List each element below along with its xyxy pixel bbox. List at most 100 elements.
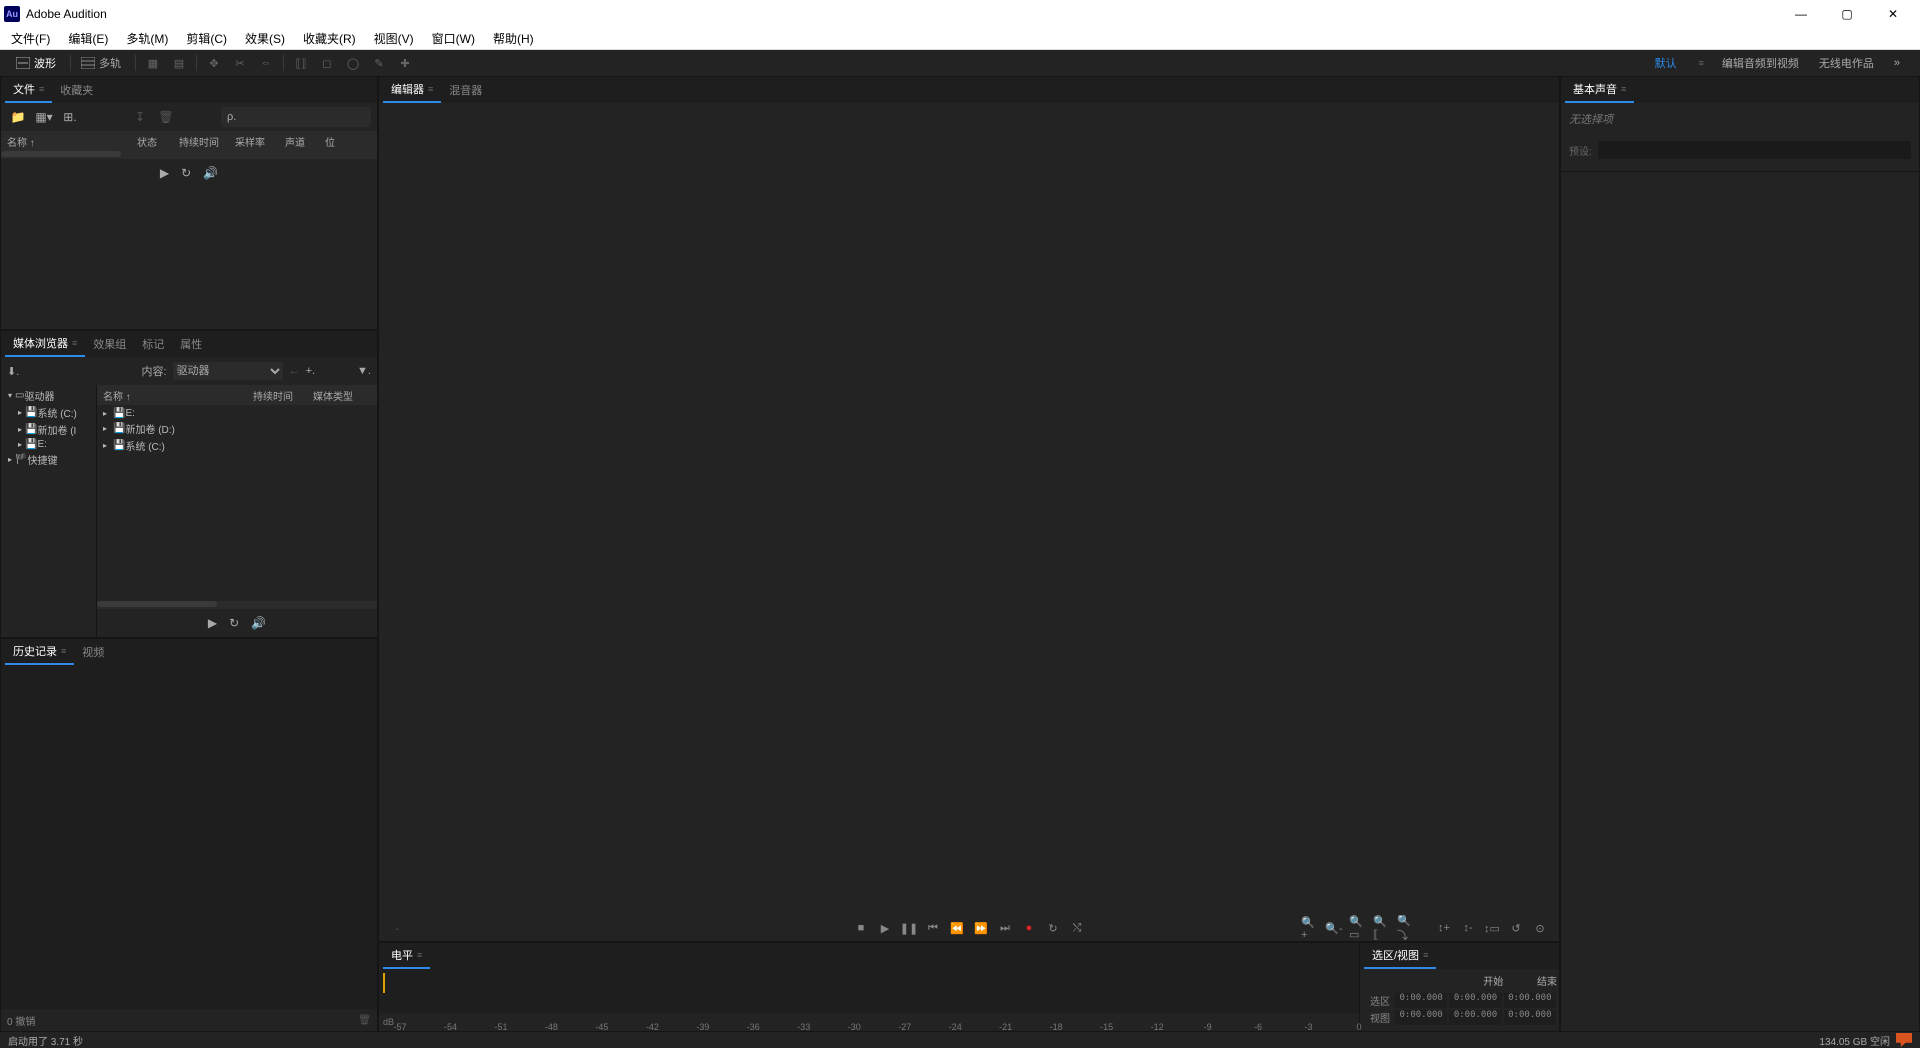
tab-editor[interactable]: 编辑器≡ [383,77,441,103]
tab-markers[interactable]: 标记 [134,332,172,356]
new-file-icon[interactable]: ▦▾ [33,107,55,127]
marquee-tool-icon[interactable]: ◻ [315,53,339,73]
tab-favorites[interactable]: 收藏夹 [52,78,101,102]
menu-clip[interactable]: 剪辑(C) [177,28,236,49]
back-icon[interactable]: ← [289,365,300,377]
sel-end[interactable]: 0:00.000 [1449,993,1501,1008]
move-tool-icon[interactable]: ✥ [202,53,226,73]
view-duration[interactable]: 0:00.000 [1504,1010,1556,1025]
zoom-in-icon[interactable]: 🔍+ [1301,919,1319,937]
levels-meter[interactable] [379,969,1359,1013]
time-selection-tool-icon[interactable]: ⟦⟧ [289,53,313,73]
workspace-audio-to-video[interactable]: 编辑音频到视频 [1712,53,1809,73]
search-input[interactable]: ρ. [221,107,371,127]
view-start[interactable]: 0:00.000 [1395,1010,1447,1025]
editor-canvas[interactable] [379,103,1559,915]
maximize-button[interactable]: ▢ [1824,0,1870,28]
zoom-in-at-icon[interactable]: ⊙ [1531,919,1549,937]
tab-media-browser[interactable]: 媒体浏览器≡ [5,331,85,357]
tab-selection-view[interactable]: 选区/视图≡ [1364,943,1436,969]
tab-files[interactable]: 文件≡ [5,77,52,103]
slip-tool-icon[interactable]: ⇔ [254,53,278,73]
menu-help[interactable]: 帮助(H) [484,28,543,49]
content-select[interactable]: 驱动器 [173,362,283,380]
menu-multitrack[interactable]: 多轨(M) [117,28,177,49]
lasso-tool-icon[interactable]: ◯ [341,53,365,73]
auto-play-icon[interactable]: 🔊 [203,166,218,180]
list-item[interactable]: ▸💾 系统 (C:) [97,437,377,454]
menu-edit[interactable]: 编辑(E) [59,28,117,49]
rewind-button[interactable]: ⏪ [948,919,966,937]
view-end[interactable]: 0:00.000 [1449,1010,1501,1025]
tab-mixer[interactable]: 混音器 [441,78,490,102]
loop-button[interactable]: ↻ [1044,919,1062,937]
menu-view[interactable]: 视图(V) [365,28,423,49]
zoom-in-amp-icon[interactable]: ↕+ [1435,919,1453,937]
menu-favorites[interactable]: 收藏夹(R) [294,28,365,49]
col-name[interactable]: 名称 ↑ [97,388,247,403]
menu-effects[interactable]: 效果(S) [236,28,294,49]
zoom-out-icon[interactable]: 🔍- [1325,919,1343,937]
zoom-restore-icon[interactable]: ↺ [1507,919,1525,937]
sel-start[interactable]: 0:00.000 [1395,993,1447,1008]
col-duration[interactable]: 持续时间 [247,388,307,403]
zoom-full-icon[interactable]: 🔍▭ [1349,919,1367,937]
razor-tool-icon[interactable]: ✂ [228,53,252,73]
tab-essential-sound[interactable]: 基本声音≡ [1565,77,1634,103]
col-media-type[interactable]: 媒体类型 [307,388,359,403]
zoom-selection-icon[interactable]: 🔍⟦ [1373,919,1391,937]
workspace-menu-icon[interactable]: ≡ [1687,54,1712,72]
play-button[interactable]: ▶ [876,919,894,937]
tab-video[interactable]: 视频 [74,640,112,664]
col-name[interactable]: 名称 ↑ [1,134,131,149]
multitrack-mode-button[interactable]: 多轨 [75,53,127,73]
loop-icon[interactable]: ↻ [229,616,239,630]
go-to-start-button[interactable]: ⏮ [924,919,942,937]
sel-duration[interactable]: 0:00.000 [1504,993,1556,1008]
tab-levels[interactable]: 电平≡ [383,943,430,969]
insert-icon[interactable]: ↧ [129,107,151,127]
pause-button[interactable]: ❚❚ [900,919,918,937]
waveform-mode-button[interactable]: 波形 [10,53,62,73]
go-to-end-button[interactable]: ⏭ [996,919,1014,937]
loop-icon[interactable]: ↻ [181,166,191,180]
col-bit[interactable]: 位 [319,134,341,149]
spectral-pitch-icon[interactable]: ▤ [167,53,191,73]
tree-drive-e[interactable]: ▸💾 E: [1,438,96,451]
ingest-icon[interactable]: ⬇. [7,365,19,378]
col-sample-rate[interactable]: 采样率 [229,134,279,149]
workspace-default[interactable]: 默认 [1645,53,1687,73]
notification-icon[interactable] [1896,1033,1912,1047]
col-channels[interactable]: 声道 [279,134,319,149]
heal-tool-icon[interactable]: ✚ [393,53,417,73]
record-button[interactable]: ● [1020,919,1038,937]
menu-file[interactable]: 文件(F) [2,28,59,49]
workspace-radio[interactable]: 无线电作品 [1809,53,1884,73]
list-item[interactable]: ▸💾 新加卷 (D:) [97,420,377,437]
open-file-icon[interactable]: 📁 [7,107,29,127]
brush-tool-icon[interactable]: ✎ [367,53,391,73]
scrollbar-horizontal[interactable] [97,601,217,607]
tab-history[interactable]: 历史记录≡ [5,639,74,665]
list-item[interactable]: ▸💾 E: [97,407,377,420]
preset-select[interactable] [1598,141,1911,159]
zoom-reset-amp-icon[interactable]: ↕▭ [1483,919,1501,937]
forward-button[interactable]: ⏩ [972,919,990,937]
close-button[interactable]: ✕ [1870,0,1916,28]
tree-drives-root[interactable]: ▾▭ 驱动器 [1,387,96,404]
filter-icon[interactable]: ▼. [357,365,371,377]
minimize-button[interactable]: — [1778,0,1824,28]
tab-properties[interactable]: 属性 [172,332,210,356]
auto-play-icon[interactable]: 🔊 [251,616,266,630]
tab-effects-rack[interactable]: 效果组 [85,332,134,356]
stop-button[interactable]: ■ [852,919,870,937]
spectral-frequency-icon[interactable]: ▦ [141,53,165,73]
add-shortcut-icon[interactable]: +. [306,365,315,377]
scrollbar-horizontal[interactable] [1,151,121,157]
menu-window[interactable]: 窗口(W) [423,28,484,49]
tree-drive-c[interactable]: ▸💾 系统 (C:) [1,404,96,421]
play-icon[interactable]: ▶ [208,616,217,630]
new-multitrack-icon[interactable]: ⊞. [59,107,81,127]
tree-shortcuts[interactable]: ▸🏴 快捷键 [1,451,96,468]
tree-drive-d[interactable]: ▸💾 新加卷 (I [1,421,96,438]
